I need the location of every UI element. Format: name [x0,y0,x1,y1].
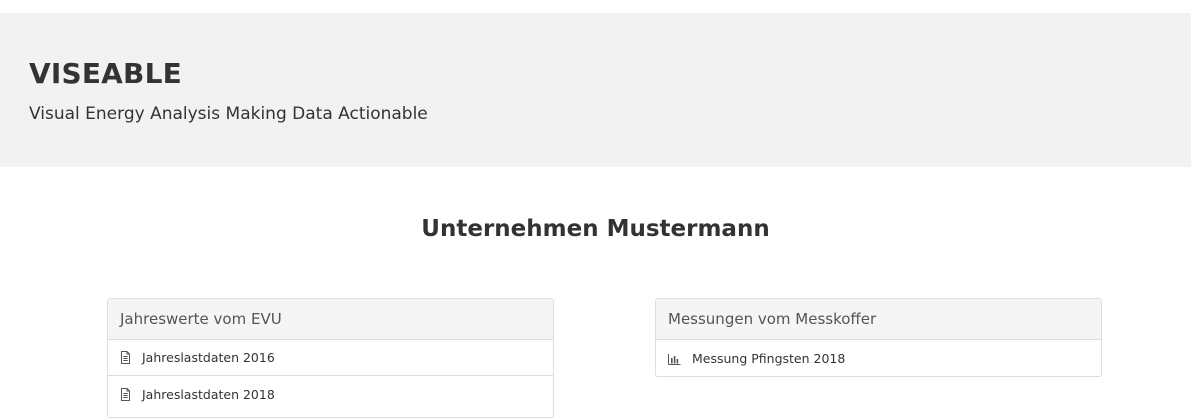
file-icon [120,351,131,364]
list-item-jahreslastdaten-2016[interactable]: Jahreslastdaten 2016 [108,340,553,376]
list-item-messung-pfingsten-2018[interactable]: Messung Pfingsten 2018 [656,340,1101,376]
list-item-label: Jahreslastdaten 2016 [142,350,275,365]
app-title: VISEABLE [29,57,182,90]
company-title: Unternehmen Mustermann [421,216,770,242]
panel-heading: Messungen vom Messkoffer [656,299,1101,340]
panel-measurements: Messungen vom Messkoffer Messung Pfingst… [655,298,1102,377]
list-item-label: Jahreslastdaten 2018 [142,386,275,402]
panel-annual-values: Jahreswerte vom EVU Jahreslastdaten 2016… [107,298,554,418]
file-icon [120,387,131,401]
app-subtitle: Visual Energy Analysis Making Data Actio… [29,104,428,124]
list-item-label: Messung Pfingsten 2018 [692,350,846,366]
bar-chart-icon [668,352,681,365]
panel-heading: Jahreswerte vom EVU [108,299,553,340]
